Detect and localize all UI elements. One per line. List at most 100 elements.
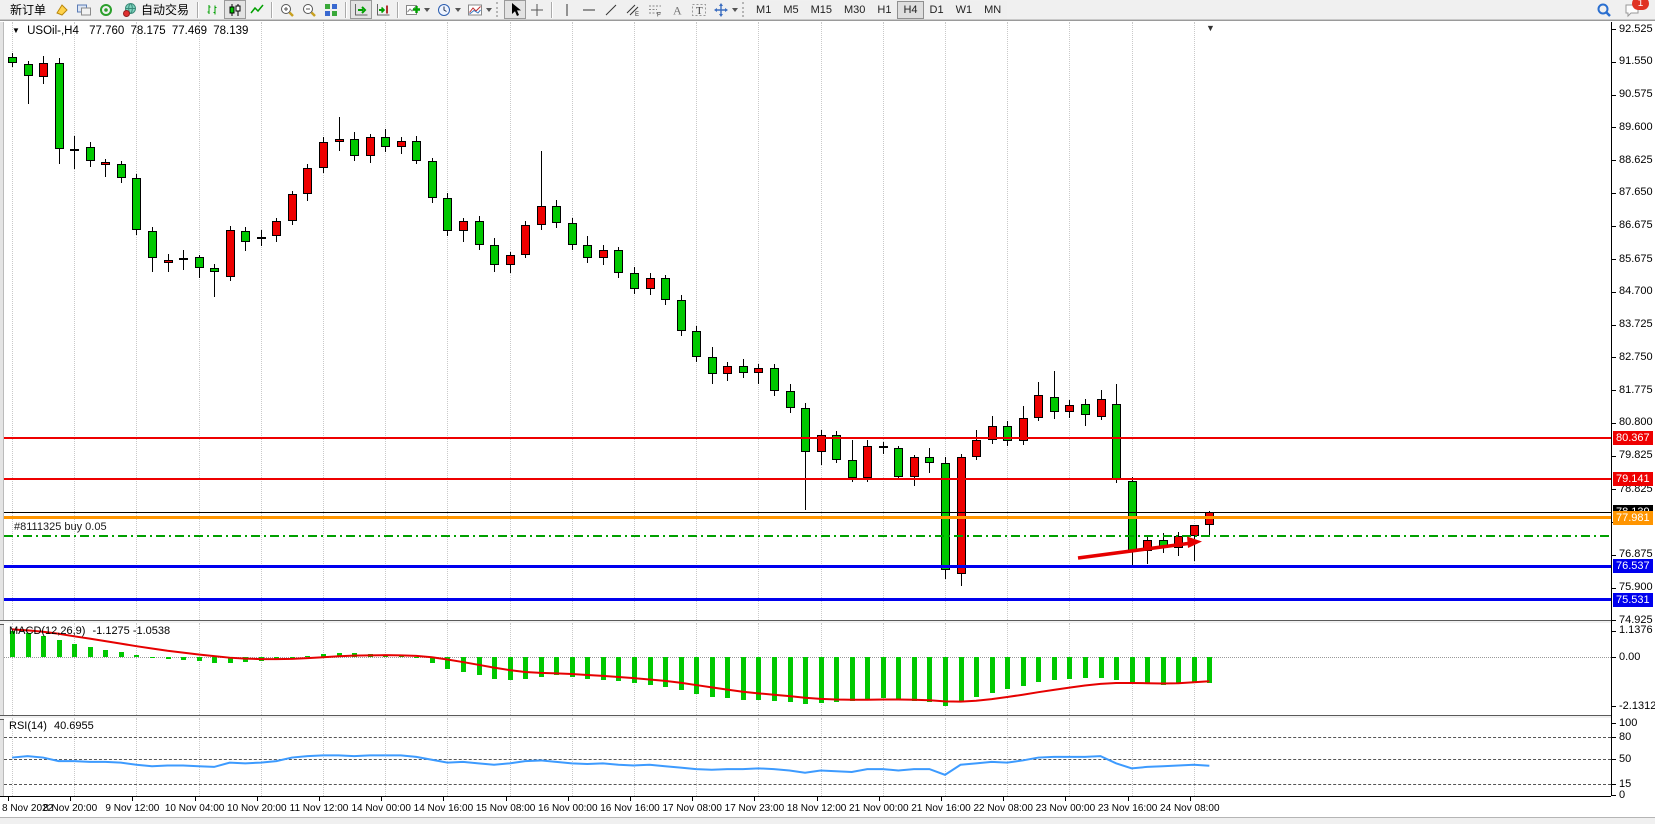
price-tick — [1612, 160, 1616, 161]
timeframe-button-m1[interactable]: M1 — [750, 1, 777, 19]
time-label: 21 Nov 00:00 — [848, 803, 910, 814]
candle-body — [879, 446, 888, 448]
cursor-button[interactable] — [504, 0, 526, 19]
tile-windows-icon — [323, 2, 339, 18]
macd-values: -1.1275 -1.0538 — [92, 625, 170, 637]
main-price-pane[interactable]: ▼ USOil-,H4 77.760 78.175 77.469 78.139 … — [4, 22, 1611, 620]
price-scale[interactable]: 92.52591.55090.57589.60088.62587.65086.6… — [1611, 22, 1655, 796]
gridline — [1069, 22, 1070, 620]
rsi-tick — [1612, 723, 1616, 724]
text-tool-button[interactable]: A — [666, 0, 688, 19]
periods-button[interactable] — [433, 0, 464, 19]
trendline-tool-button[interactable] — [600, 0, 622, 19]
time-label: 15 Nov 08:00 — [475, 803, 537, 814]
time-label: 9 Nov 12:00 — [101, 803, 163, 814]
rsi-value: 40.6955 — [54, 720, 94, 732]
candle-body — [86, 147, 95, 161]
rsi-line — [4, 718, 1611, 796]
collapse-arrow-icon[interactable]: ▼ — [12, 26, 20, 35]
candle-body — [630, 273, 639, 288]
macd-scale-label: 1.1376 — [1619, 624, 1653, 636]
gridline — [821, 22, 822, 620]
new-order-button[interactable]: 新订单 — [2, 0, 51, 19]
red-trend-arrow — [1074, 534, 1214, 566]
candle-body — [335, 139, 344, 142]
separator — [345, 2, 347, 18]
timeframe-button-h4[interactable]: H4 — [897, 1, 923, 19]
zoom-in-button[interactable] — [276, 0, 298, 19]
candle-body — [443, 198, 452, 232]
price-badge: 75.531 — [1613, 593, 1653, 607]
equidistant-channel-icon: E — [625, 2, 641, 18]
zoom-out-button[interactable] — [298, 0, 320, 19]
gridline — [696, 22, 697, 620]
line-chart-mode-button[interactable] — [246, 0, 268, 19]
candle-body — [101, 162, 110, 165]
timeframe-button-w1[interactable]: W1 — [950, 1, 979, 19]
rsi-scale-label: 0 — [1619, 789, 1625, 801]
horizontal-line-tool-button[interactable] — [578, 0, 600, 19]
rsi-scale-label: 50 — [1619, 753, 1631, 765]
timeframe-button-mn[interactable]: MN — [978, 1, 1007, 19]
vertical-line-tool-button[interactable] — [556, 0, 578, 19]
macd-indicator-pane[interactable]: MACD(12,26,9) -1.1275 -1.0538 — [4, 623, 1611, 715]
text-icon: A — [669, 2, 685, 18]
timeframe-button-m5[interactable]: M5 — [777, 1, 804, 19]
signal-button[interactable] — [95, 0, 117, 19]
candlestick-mode-button[interactable] — [224, 0, 246, 19]
toolbar-grip — [742, 2, 747, 17]
candle-body — [459, 221, 468, 231]
gridline — [12, 22, 13, 620]
svg-text:T: T — [696, 5, 703, 17]
macd-scale-label: 0.00 — [1619, 651, 1640, 663]
candle-body — [39, 63, 48, 76]
price-tick-label: 79.825 — [1619, 449, 1653, 461]
rsi-name: RSI(14) — [9, 720, 47, 732]
arrows-tool-button[interactable] — [710, 0, 741, 19]
timeframe-button-d1[interactable]: D1 — [924, 1, 950, 19]
scroll-position-marker[interactable]: ▼ — [1206, 23, 1215, 33]
timeframe-button-m15[interactable]: M15 — [805, 1, 838, 19]
terminals-button[interactable] — [73, 0, 95, 19]
time-tick — [8, 797, 9, 801]
candle-body — [1081, 404, 1090, 414]
time-label: 22 Nov 08:00 — [972, 803, 1034, 814]
chart-shift-button[interactable] — [372, 0, 394, 19]
channel-tool-button[interactable]: E — [622, 0, 644, 19]
price-tick-label: 84.700 — [1619, 285, 1653, 297]
text-label-tool-button[interactable]: T — [688, 0, 710, 19]
market-watch-button[interactable] — [51, 0, 73, 19]
candle-body — [1112, 404, 1121, 479]
templates-button[interactable] — [464, 0, 495, 19]
price-tick — [1612, 423, 1616, 424]
auto-scroll-button[interactable] — [350, 0, 372, 19]
search-button[interactable] — [1593, 0, 1615, 19]
candlestick-icon — [227, 2, 243, 18]
bar-chart-mode-button[interactable] — [202, 0, 224, 19]
autotrade-button[interactable]: 自动交易 — [117, 0, 194, 19]
timeframe-button-h1[interactable]: H1 — [871, 1, 897, 19]
price-tick — [1612, 357, 1616, 358]
timeframe-button-m30[interactable]: M30 — [838, 1, 871, 19]
indicators-button[interactable] — [402, 0, 433, 19]
notifications-button[interactable]: 1 — [1621, 0, 1643, 19]
separator — [397, 2, 399, 18]
crosshair-button[interactable] — [526, 0, 548, 19]
price-tick — [1612, 127, 1616, 128]
rsi-tick — [1612, 784, 1616, 785]
time-scale[interactable]: 8 Nov 20228 Nov 20:009 Nov 12:0010 Nov 0… — [0, 796, 1611, 818]
terminals-icon — [76, 2, 92, 18]
fibonacci-tool-button[interactable]: F — [644, 0, 666, 19]
macd-tick — [1612, 631, 1616, 632]
candle-body — [210, 268, 219, 271]
zoom-out-icon — [301, 2, 317, 18]
candle-body — [801, 408, 810, 452]
price-tick-label: 82.750 — [1619, 351, 1653, 363]
tile-windows-button[interactable] — [320, 0, 342, 19]
rsi-indicator-pane[interactable]: RSI(14) 40.6955 — [4, 718, 1611, 796]
rsi-tick — [1612, 795, 1616, 796]
candle-body — [583, 245, 592, 258]
time-label: 16 Nov 00:00 — [537, 803, 599, 814]
time-label: 21 Nov 16:00 — [910, 803, 972, 814]
time-label: 11 Nov 12:00 — [288, 803, 350, 814]
